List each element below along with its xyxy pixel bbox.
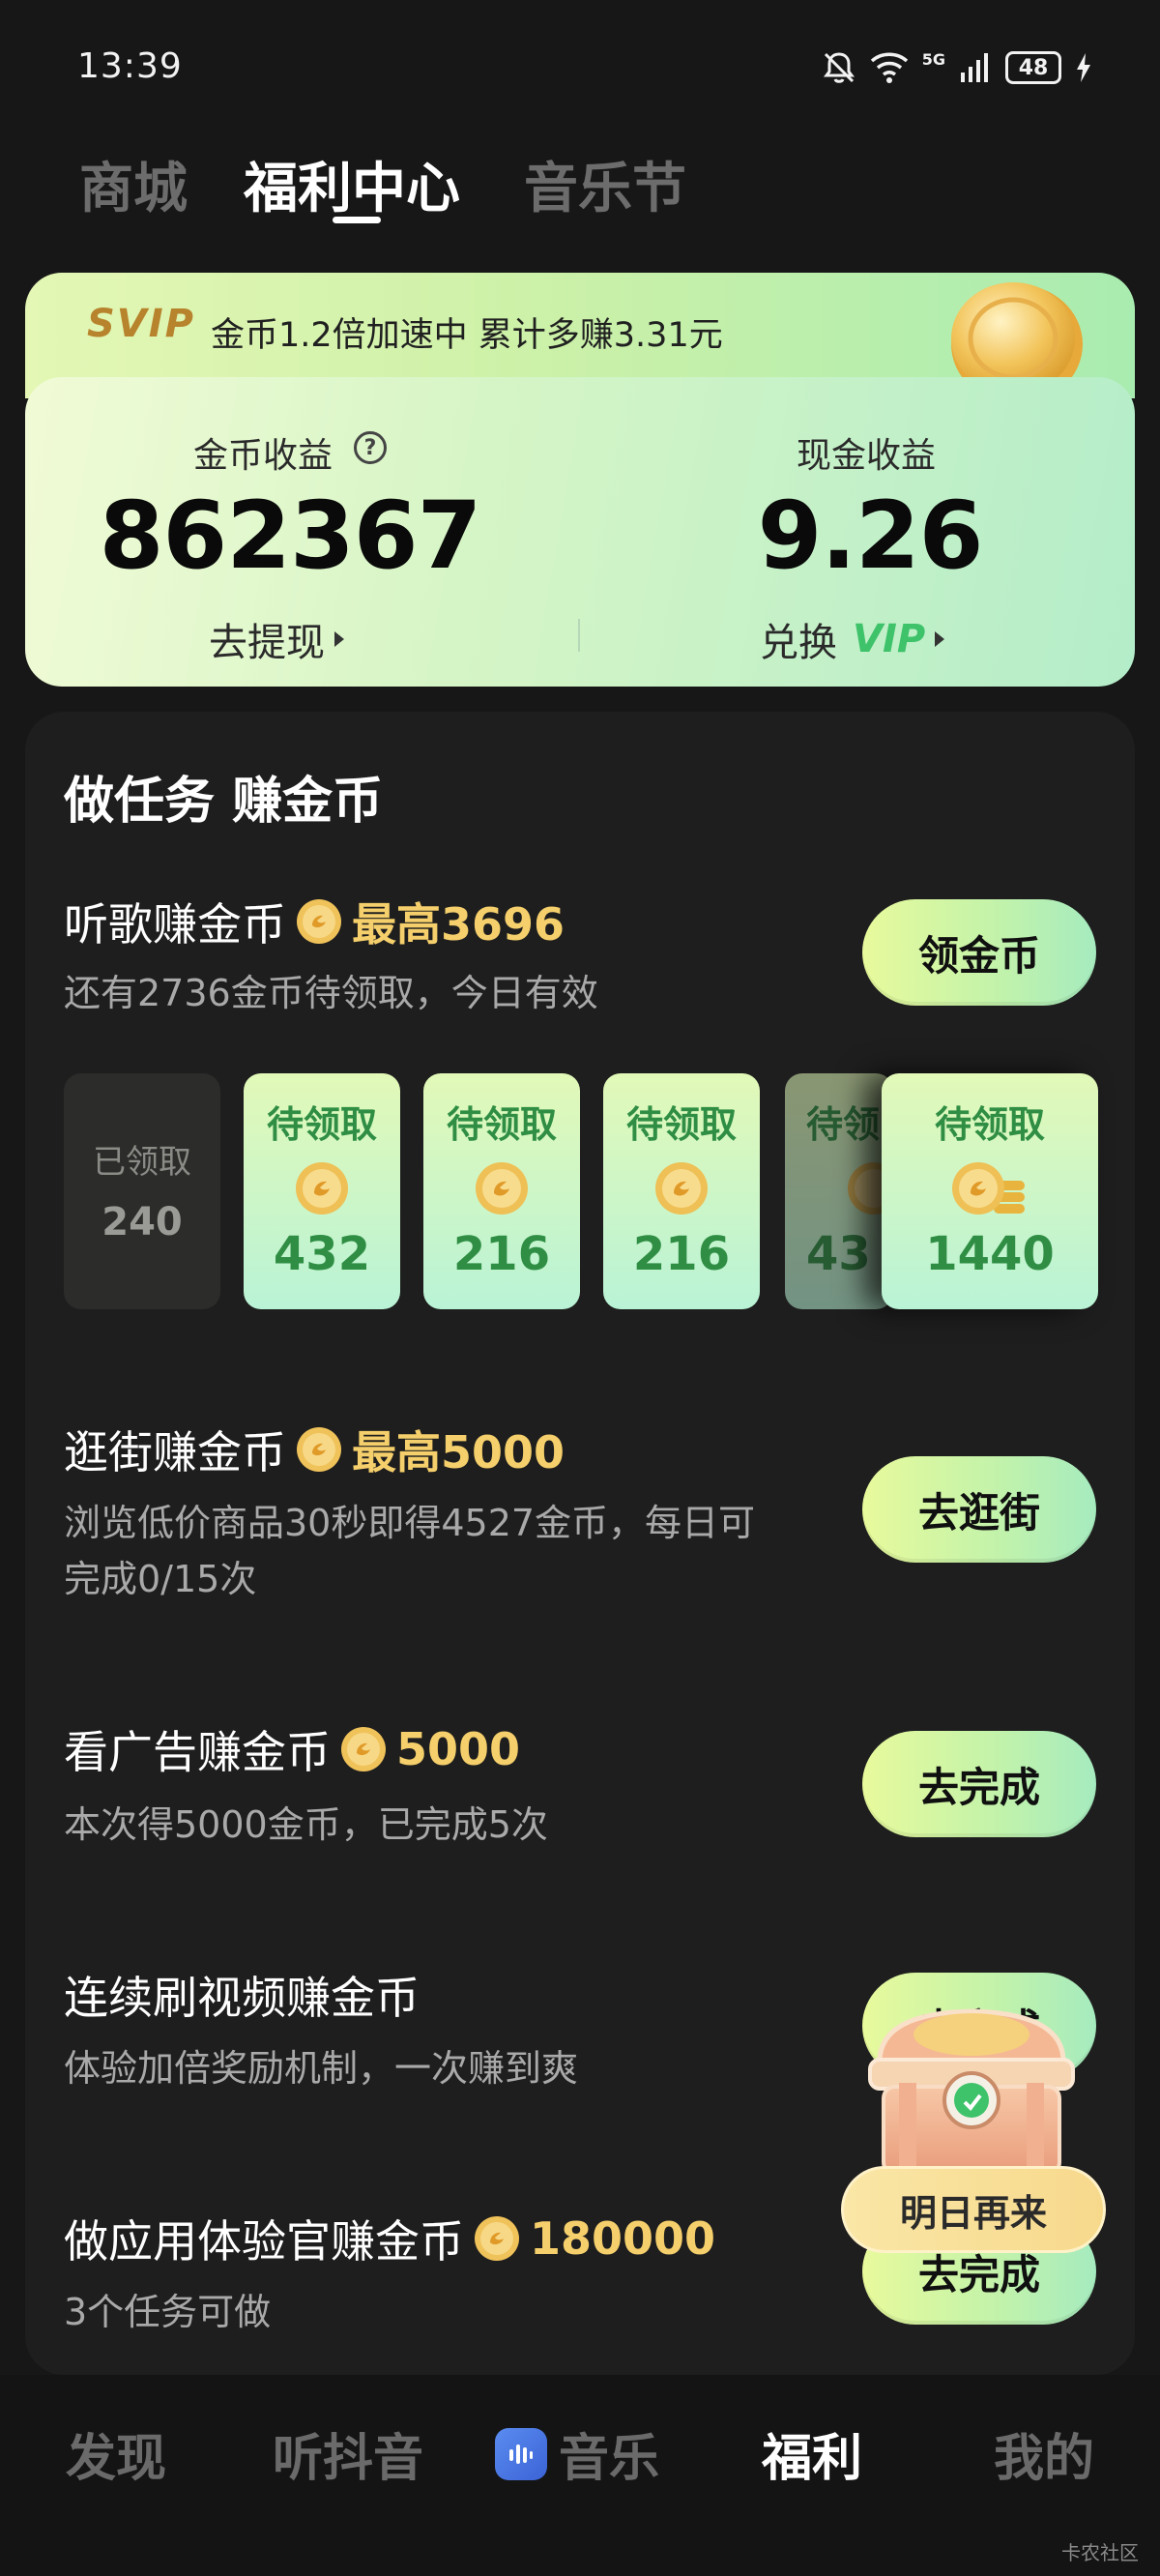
coin-earnings-value: 862367 bbox=[99, 482, 482, 590]
listen-task-title: 听歌赚金币 最高3696 bbox=[64, 898, 566, 951]
help-icon[interactable]: ? bbox=[354, 431, 387, 464]
chevron-right-icon bbox=[935, 631, 945, 647]
come-back-tomorrow-badge[interactable]: 明日再来 bbox=[841, 2166, 1106, 2253]
listen-task-desc: 还有2736金币待领取，今日有效 bbox=[64, 972, 598, 1014]
coin-icon bbox=[341, 1727, 386, 1771]
coin-icon bbox=[655, 1162, 708, 1215]
svip-boost-text: 金币1.2倍加速中 累计多赚3.31元 bbox=[211, 316, 723, 355]
claim-tile: 已领取 240 bbox=[64, 1073, 220, 1309]
status-icons: 5G 48 bbox=[822, 48, 1092, 87]
svip-badge: SVIP bbox=[87, 302, 195, 346]
network-type: 5G bbox=[921, 49, 945, 69]
coin-stack-icon bbox=[952, 1162, 1025, 1215]
tab-mall[interactable]: 商城 bbox=[79, 145, 188, 223]
status-time: 13:39 bbox=[77, 46, 183, 86]
withdraw-link[interactable]: 去提现 bbox=[209, 611, 344, 667]
claim-tile[interactable]: 待领 43 bbox=[785, 1073, 893, 1309]
coin-earnings-label: 金币收益 bbox=[193, 436, 334, 476]
charging-icon bbox=[1077, 53, 1090, 82]
mute-bell-icon bbox=[823, 52, 855, 83]
divider bbox=[578, 619, 580, 652]
coin-icon bbox=[296, 1162, 348, 1215]
watermark: 卡农社区 bbox=[1061, 2541, 1139, 2564]
shop-task-title: 逛街赚金币 最高5000 bbox=[64, 1426, 566, 1478]
claim-coins-button[interactable]: 领金币 bbox=[862, 899, 1096, 1006]
music-app-icon bbox=[495, 2427, 547, 2480]
nav-music[interactable]: 音乐 bbox=[495, 2417, 659, 2490]
claim-tile[interactable]: 待领取 432 bbox=[244, 1073, 400, 1309]
coin-icon bbox=[297, 899, 341, 944]
coin-icon bbox=[476, 1162, 528, 1215]
app-task-title: 做应用体验官赚金币 180000 bbox=[64, 2212, 716, 2268]
ad-complete-button[interactable]: 去完成 bbox=[862, 1731, 1096, 1837]
treasure-chest-icon[interactable] bbox=[851, 1994, 1092, 2187]
ad-task-title: 看广告赚金币 5000 bbox=[64, 1723, 521, 1778]
nav-me[interactable]: 我的 bbox=[994, 2417, 1094, 2490]
wifi-icon bbox=[870, 52, 908, 83]
cash-earnings-label: 现金收益 bbox=[797, 436, 937, 476]
video-task-desc: 体验加倍奖励机制，一次赚到爽 bbox=[64, 2047, 579, 2090]
cash-earnings-value: 9.26 bbox=[757, 482, 984, 590]
exchange-vip-link[interactable]: 兑换 VIP bbox=[760, 611, 945, 667]
coin-icon bbox=[297, 1427, 341, 1472]
nav-discover[interactable]: 发现 bbox=[66, 2417, 166, 2490]
signal-icon bbox=[961, 53, 988, 82]
claim-tile-bonus[interactable]: 待领取 1440 bbox=[882, 1073, 1098, 1309]
coin-icon bbox=[475, 2216, 519, 2261]
app-task-desc: 3个任务可做 bbox=[64, 2291, 272, 2333]
shop-task-desc: 浏览低价商品30秒即得4527金币，每日可 完成0/15次 bbox=[64, 1502, 756, 1600]
battery-indicator: 48 bbox=[1005, 51, 1061, 84]
ad-task-desc: 本次得5000金币，已完成5次 bbox=[64, 1803, 548, 1846]
tab-music-festival[interactable]: 音乐节 bbox=[524, 145, 686, 223]
claim-tile[interactable]: 待领取 216 bbox=[603, 1073, 760, 1309]
active-tab-indicator bbox=[333, 217, 381, 223]
claim-tile[interactable]: 待领取 216 bbox=[423, 1073, 580, 1309]
video-task-title: 连续刷视频赚金币 bbox=[64, 1972, 420, 2024]
nav-welfare[interactable]: 福利 bbox=[762, 2417, 862, 2490]
chevron-right-icon bbox=[334, 631, 344, 647]
tab-welfare-center[interactable]: 福利中心 bbox=[244, 145, 460, 223]
go-shopping-button[interactable]: 去逛街 bbox=[862, 1456, 1096, 1563]
section-title: 做任务 赚金币 bbox=[64, 773, 384, 831]
nav-listen-douyin[interactable]: 听抖音 bbox=[273, 2417, 423, 2490]
